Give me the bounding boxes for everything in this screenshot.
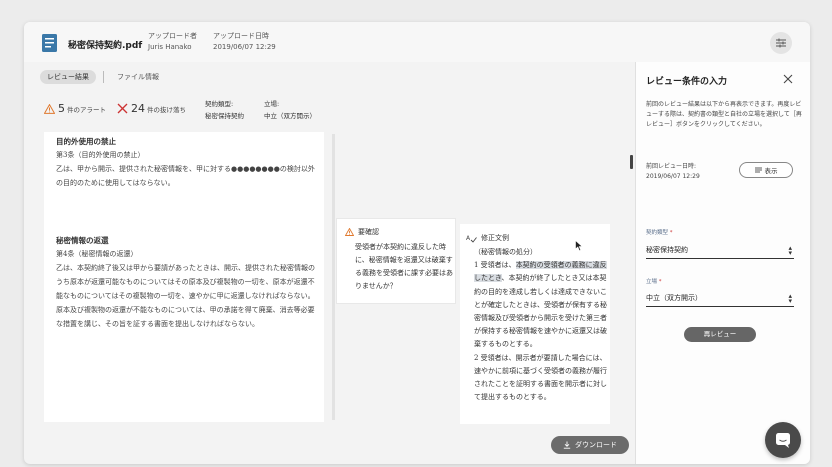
sort-arrows-icon: ▴ ▾: [788, 244, 792, 257]
contract-type-field-label: 契約類型 *: [646, 230, 673, 236]
document-scrollbar[interactable]: [332, 134, 335, 420]
panel-scrollbar-thumb[interactable]: [630, 155, 633, 169]
upload-date-value: 2019/06/07 12:29: [213, 43, 276, 51]
svg-text:A: A: [466, 235, 471, 242]
section-heading: 目的外使用の禁止: [56, 137, 116, 146]
panel-title: レビュー条件の入力: [646, 77, 728, 87]
revision-heading: （秘密情報の処分）: [474, 248, 537, 256]
show-button[interactable]: 表示: [739, 162, 793, 178]
mouse-cursor-icon: [575, 240, 583, 252]
filter-button[interactable]: [770, 32, 792, 54]
chat-button[interactable]: [765, 422, 801, 458]
download-button[interactable]: ダウンロード: [551, 436, 629, 454]
tab-file-info[interactable]: ファイル情報: [117, 70, 159, 84]
confirm-body: 受領者が本契約に違反した時に、秘密情報を返還又は破棄する義務を受領者に課す必要は…: [355, 243, 453, 290]
chat-icon: [776, 433, 790, 448]
contract-type-select[interactable]: 秘密保持契約 ▴ ▾: [646, 242, 794, 259]
document-viewer: 目的外使用の禁止 第3条（目的外使用の禁止） 乙は、甲から開示、提供された秘密情…: [44, 132, 324, 422]
panel-description: 前回のレビュー結果は以下から再表示できます。再度レビューする際は、契約書の類型と…: [646, 101, 802, 128]
section-text[interactable]: 乙は、本契約終了後又は甲から要請があったときは、開示、提供された秘密情報のうち原…: [56, 261, 318, 331]
tab-review-result[interactable]: レビュー結果: [40, 70, 96, 84]
alert-unit: 件のアラート: [67, 105, 106, 114]
uploader-value: Juris Hanako: [148, 43, 192, 51]
close-icon[interactable]: [782, 73, 794, 85]
position-field-label: 立場 *: [646, 279, 662, 285]
review-conditions-panel: レビュー条件の入力 前回のレビュー結果は以下から再表示できます。再度レビューする…: [635, 62, 810, 464]
app-window: 秘密保持契約.pdf アップロード者 Juris Hanako アップロード日時…: [24, 22, 810, 464]
missing-summary[interactable]: 24 件の抜け落ち: [117, 102, 186, 115]
file-name: 秘密保持契約.pdf: [68, 41, 143, 51]
spellcheck-icon: A: [466, 235, 477, 243]
cross-icon: [117, 103, 128, 114]
position-select[interactable]: 中立（双方開示） ▴ ▾: [646, 290, 794, 307]
document-icon: [42, 34, 57, 52]
tab-divider: [103, 71, 104, 83]
contract-type-label: 契約類型:: [205, 100, 234, 108]
list-icon: [754, 167, 762, 173]
position-value: 中立（双方開示）: [264, 112, 316, 120]
contract-type-selected: 秘密保持契約: [646, 246, 688, 254]
alert-summary[interactable]: 5 件のアラート: [44, 102, 106, 115]
section-heading: 秘密情報の返還: [56, 236, 109, 245]
warning-icon: [44, 103, 55, 114]
confirm-title: 要確認: [345, 227, 379, 237]
section-article: 第4条（秘密情報の返還）: [56, 250, 138, 258]
re-review-button[interactable]: 再レビュー: [684, 327, 756, 342]
show-label: 表示: [764, 167, 778, 175]
sort-arrows-icon: ▴ ▾: [788, 292, 792, 305]
position-label: 立場:: [264, 100, 280, 108]
previous-review-value: 2019/06/07 12:29: [646, 173, 700, 180]
missing-count: 24: [131, 102, 145, 115]
revision-body[interactable]: （秘密情報の処分） 1 受領者は、本契約の受領者の義務に違反したとき、本契約が終…: [474, 246, 608, 404]
warning-icon: [345, 228, 354, 236]
header: 秘密保持契約.pdf アップロード者 Juris Hanako アップロード日時…: [24, 22, 810, 62]
contract-type-value: 秘密保持契約: [205, 112, 244, 120]
required-mark: *: [669, 230, 673, 236]
revision-paragraph-2: 2 受領者は、開示者が要請した場合には、速やかに前項に基づく受領者の義務が履行さ…: [474, 353, 607, 402]
alert-count: 5: [58, 102, 65, 115]
section-article: 第3条（目的外使用の禁止）: [56, 151, 145, 159]
download-icon: [563, 441, 571, 449]
uploader-label: アップロード者: [148, 32, 197, 40]
previous-review-label: 前回レビュー日時:: [646, 163, 697, 170]
revision-card[interactable]: A 修正文例 （秘密情報の処分） 1 受領者は、本契約の受領者の義務に違反したと…: [460, 224, 610, 424]
required-mark: *: [658, 279, 662, 285]
revision-paragraph-1: 1 受領者は、本契約の受領者の義務に違反したとき、本契約が終了したとき又は本契約…: [474, 261, 607, 349]
revision-title-text: 修正文例: [481, 234, 509, 242]
confirm-title-text: 要確認: [358, 228, 379, 236]
download-label: ダウンロード: [575, 441, 617, 449]
sliders-icon: [776, 38, 786, 48]
missing-unit: 件の抜け落ち: [147, 105, 186, 114]
section-text[interactable]: 乙は、甲から開示、提供された秘密情報を、甲に対する●●●●●●●●の検討以外の目…: [56, 162, 318, 190]
revision-title: A 修正文例: [466, 233, 509, 243]
position-selected: 中立（双方開示）: [646, 294, 702, 302]
confirm-card[interactable]: 要確認 受領者が本契約に違反した時に、秘密情報を返還又は破棄する義務を受領者に課…: [336, 218, 456, 304]
upload-date-label: アップロード日時: [213, 32, 269, 40]
